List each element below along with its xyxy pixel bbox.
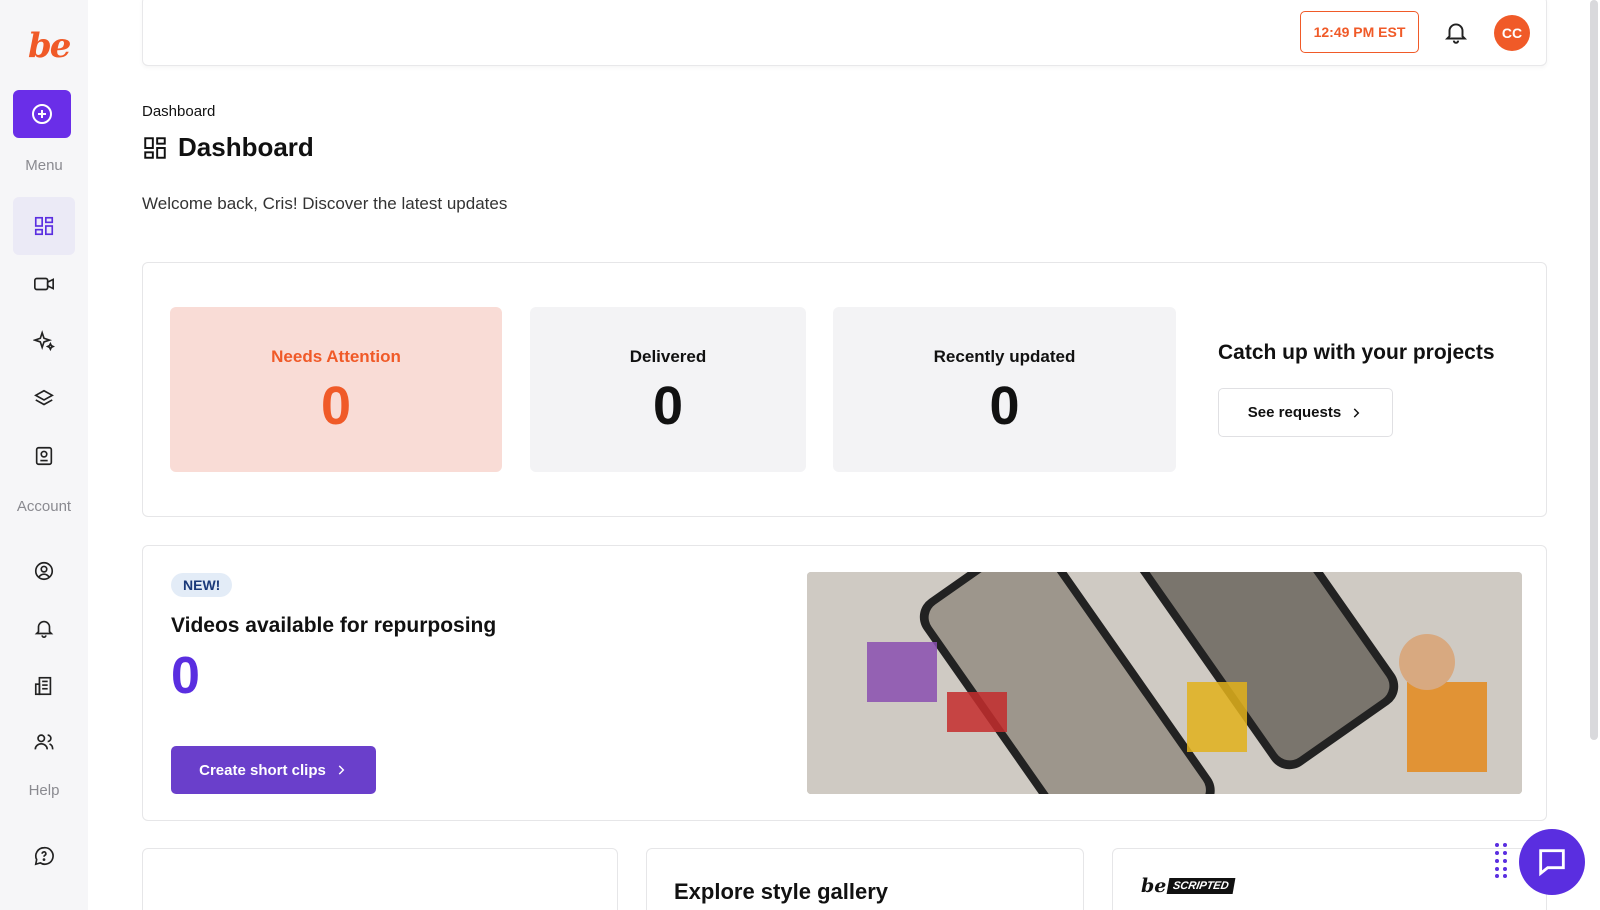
sparkles-icon (33, 330, 55, 352)
sidebar: be Menu Account Help (0, 0, 88, 910)
sidebar-item-organization[interactable] (13, 657, 75, 715)
logo[interactable]: be (28, 26, 71, 66)
promo-image (807, 572, 1522, 794)
needs-attention-stat[interactable]: Needs Attention 0 (170, 307, 502, 472)
create-new-button[interactable] (13, 90, 71, 138)
repurpose-title: Videos available for repurposing (171, 614, 497, 637)
be-scripted-card[interactable]: be SCRIPTED (1112, 848, 1547, 910)
sidebar-item-team[interactable] (13, 713, 75, 771)
help-section-label: Help (28, 782, 60, 799)
video-camera-icon (34, 277, 54, 291)
see-requests-button[interactable]: See requests (1218, 388, 1393, 437)
users-icon (34, 734, 54, 750)
welcome-message: Welcome back, Cris! Discover the latest … (142, 194, 508, 213)
building-icon (34, 676, 52, 696)
repurpose-card: NEW! Videos available for repurposing 0 … (142, 545, 1547, 821)
menu-section-label: Menu (25, 157, 63, 174)
drag-handle-icon[interactable] (1494, 842, 1508, 878)
sidebar-item-ai[interactable] (13, 312, 75, 370)
create-short-clips-label: Create short clips (199, 761, 326, 779)
sidebar-item-brand-kit[interactable] (13, 427, 75, 485)
user-circle-icon (34, 561, 54, 581)
time-badge: 12:49 PM EST (1300, 11, 1419, 53)
chevron-right-icon (1353, 407, 1360, 418)
delivered-label: Delivered (629, 347, 707, 366)
sidebar-item-notifications[interactable] (13, 599, 75, 657)
bell-icon (34, 620, 54, 638)
recently-updated-label: Recently updated (933, 347, 1076, 366)
sidebar-item-videos[interactable] (13, 255, 75, 313)
chevron-right-icon (338, 765, 345, 775)
sidebar-item-help[interactable] (13, 827, 75, 885)
explore-style-gallery-title: Explore style gallery (674, 879, 888, 904)
delivered-stat[interactable]: Delivered 0 (530, 307, 806, 472)
notifications-bell-icon[interactable] (1443, 18, 1469, 46)
avatar[interactable]: CC (1494, 15, 1530, 51)
dashboard-icon (34, 216, 54, 236)
account-section-label: Account (16, 498, 72, 515)
recently-updated-value: 0 (989, 376, 1020, 436)
catch-up-title: Catch up with your projects (1218, 341, 1495, 364)
scripted-label: SCRIPTED (1166, 878, 1236, 894)
page-title-row: Dashboard (142, 132, 314, 163)
layers-icon (34, 389, 54, 406)
see-requests-label: See requests (1247, 404, 1342, 421)
chat-widget-button[interactable] (1519, 829, 1585, 895)
page-title: Dashboard (178, 132, 314, 162)
chat-bubble-icon (1539, 849, 1565, 877)
sidebar-item-profile[interactable] (13, 542, 75, 600)
needs-attention-label: Needs Attention (271, 347, 401, 366)
repurpose-count: 0 (171, 647, 200, 705)
needs-attention-value: 0 (320, 376, 352, 436)
sidebar-item-dashboard[interactable] (13, 197, 75, 255)
sidebar-item-layers[interactable] (13, 370, 75, 428)
create-short-clips-button[interactable]: Create short clips (171, 746, 376, 794)
bottom-card-left (142, 848, 618, 910)
new-badge: NEW! (171, 573, 233, 597)
brand-kit-icon (35, 446, 53, 466)
recently-updated-stat[interactable]: Recently updated 0 (833, 307, 1176, 472)
delivered-value: 0 (652, 376, 684, 436)
scripted-be-text: be (1141, 875, 1167, 897)
help-chat-icon (34, 846, 54, 866)
be-scripted-logo: be SCRIPTED (1141, 875, 1236, 897)
breadcrumb[interactable]: Dashboard (142, 103, 215, 120)
page-scrollbar[interactable] (1590, 0, 1598, 740)
style-gallery-card[interactable]: Explore style gallery (646, 848, 1084, 910)
dashboard-title-icon (144, 136, 166, 159)
plus-circle-icon (32, 104, 52, 124)
project-stats-card: Needs Attention 0 Delivered 0 Recently u… (142, 262, 1547, 517)
